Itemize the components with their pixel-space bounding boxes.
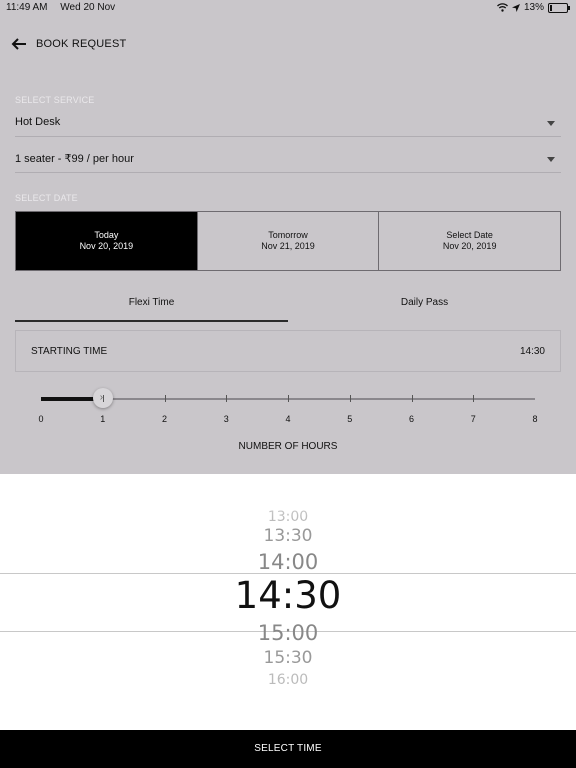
select-date-label: SELECT DATE (15, 193, 78, 203)
date-option-title: Select Date (446, 230, 493, 240)
battery-icon (548, 2, 570, 13)
picker-time-option[interactable]: 15:30 (0, 648, 576, 668)
slider-tick-label: 7 (470, 414, 476, 424)
starting-time-value: 14:30 (519, 346, 545, 357)
slider-tick-label: 0 (38, 414, 44, 424)
hours-slider[interactable]: › 012345678 (38, 388, 538, 428)
date-option-date: Nov 21, 2019 (261, 241, 315, 251)
picker-time-option[interactable]: 13:30 (0, 526, 576, 546)
slider-tick-label: 2 (161, 414, 167, 424)
header: BOOK REQUEST (0, 28, 576, 60)
slider-tick (102, 395, 104, 402)
back-arrow-icon[interactable] (10, 34, 30, 54)
date-option-today[interactable]: Today Nov 20, 2019 (16, 212, 197, 270)
picker-time-option[interactable]: 15:00 (0, 621, 576, 645)
service-value: Hot Desk (15, 116, 61, 128)
plan-value: 1 seater - ₹99 / per hour (15, 153, 134, 165)
picker-selected-time[interactable]: 14:30 (0, 574, 576, 617)
date-option-date: Nov 20, 2019 (79, 241, 134, 251)
tab-flexi-time[interactable]: Flexi Time (15, 294, 288, 322)
time-picker[interactable]: 13:0013:3014:0014:3015:0015:3016:00 (0, 474, 576, 730)
dropdown-caret-icon (547, 121, 555, 126)
slider-tick (349, 395, 351, 402)
location-arrow-icon (511, 3, 520, 12)
date-option-title: Tomorrow (268, 230, 308, 240)
wifi-icon (497, 3, 508, 12)
slider-tick-label: 3 (223, 414, 229, 424)
date-option-title: Today (94, 230, 119, 240)
plan-dropdown[interactable]: 1 seater - ₹99 / per hour (15, 146, 561, 173)
slider-tick (226, 395, 228, 402)
date-selector: Today Nov 20, 2019 Tomorrow Nov 21, 2019… (15, 211, 561, 271)
dropdown-caret-icon (547, 157, 555, 162)
starting-time-row[interactable]: STARTING TIME 14:30 (15, 330, 561, 372)
slider-tick (473, 395, 475, 402)
status-date: Wed 20 Nov (60, 2, 116, 13)
slider-tick-label: 4 (285, 414, 291, 424)
slider-tick-label: 8 (532, 414, 538, 424)
date-option-tomorrow[interactable]: Tomorrow Nov 21, 2019 (196, 212, 379, 270)
status-bar: 11:49 AM Wed 20 Nov 13% (0, 0, 576, 16)
slider-tick-label: 1 (100, 414, 106, 424)
select-time-button[interactable]: SELECT TIME (0, 730, 576, 768)
booking-type-tabs: Flexi Time Daily Pass (15, 294, 561, 322)
picker-time-option[interactable]: 14:00 (0, 550, 576, 574)
status-time: 11:49 AM (6, 2, 48, 13)
number-of-hours-label: NUMBER OF HOURS (238, 441, 338, 452)
slider-tick-label: 6 (408, 414, 414, 424)
date-option-select-date[interactable]: Select Date Nov 20, 2019 (378, 212, 560, 270)
slider-tick (164, 395, 166, 402)
slider-tick (288, 395, 289, 402)
date-option-date: Nov 20, 2019 (442, 241, 497, 251)
slider-tick (411, 395, 413, 402)
battery-percent: 13% (523, 2, 544, 13)
select-service-label: SELECT SERVICE (15, 95, 95, 105)
slider-tick-label: 5 (347, 414, 353, 424)
service-dropdown[interactable]: Hot Desk (15, 110, 561, 137)
starting-time-label: STARTING TIME (31, 346, 108, 357)
tab-daily-pass[interactable]: Daily Pass (288, 294, 561, 322)
page-title: BOOK REQUEST (36, 38, 127, 50)
